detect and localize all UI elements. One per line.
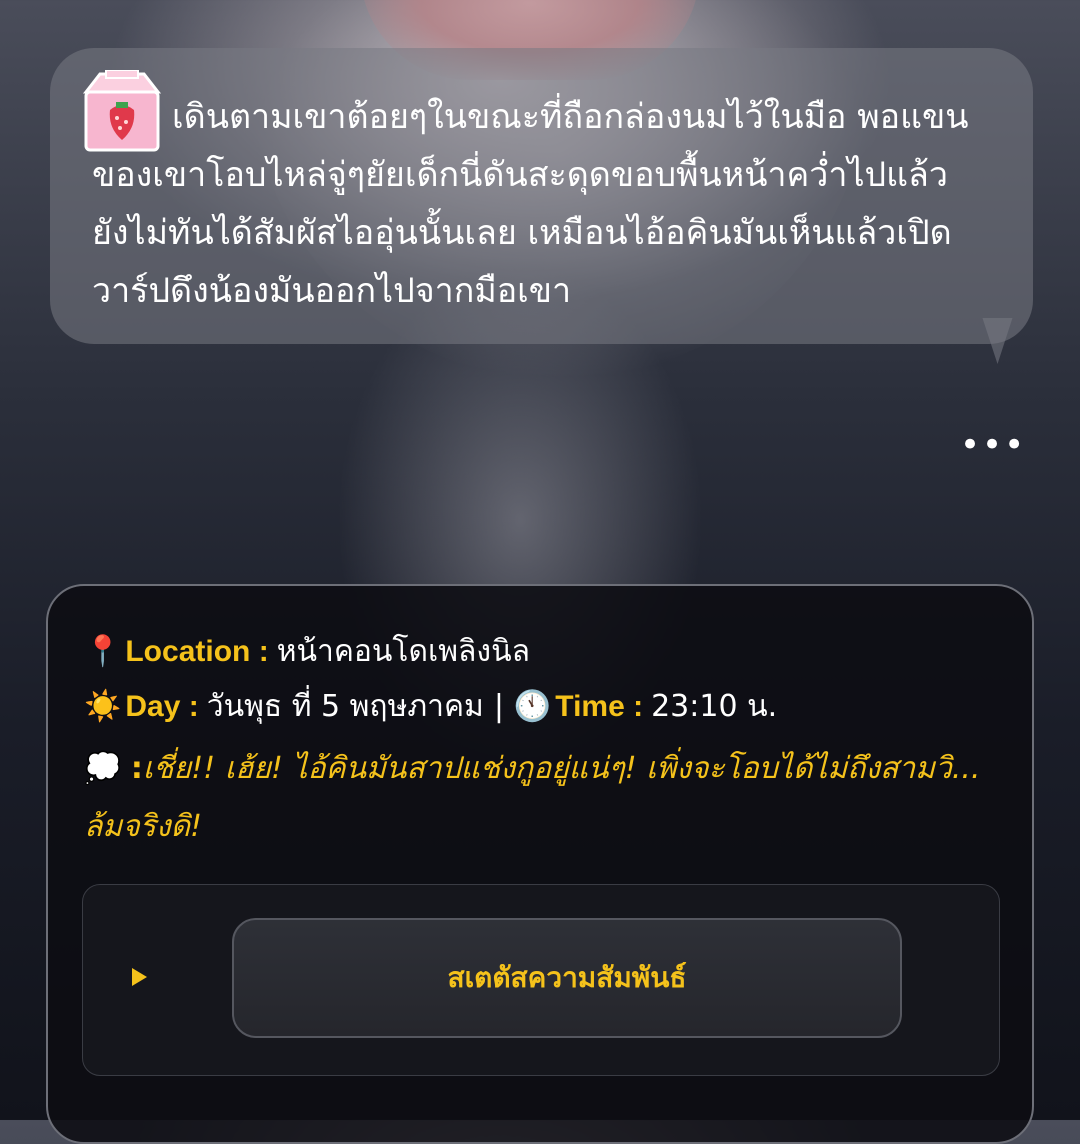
thought-text-block: 💭 :เชี่ย!! เฮ้ย! ไอ้คินมันสาปแช่งกูอยู่แ… bbox=[84, 740, 984, 856]
more-options-button[interactable]: ••• bbox=[960, 428, 1024, 462]
clock-icon: 🕚 bbox=[513, 689, 552, 724]
relationship-status-button[interactable]: สเตตัสความสัมพันธ์ bbox=[232, 918, 902, 1038]
location-label: Location : bbox=[125, 634, 269, 668]
thought-bubble-icon: 💭 bbox=[84, 751, 122, 786]
separator: | bbox=[493, 689, 504, 724]
thought-colon: : bbox=[130, 751, 143, 786]
location-row: 📍 Location : หน้าคอนโดเพลิงนิล bbox=[84, 628, 530, 675]
day-value: วันพุธ ที่ 5 พฤษภาคม bbox=[206, 689, 484, 724]
message-text: เดินตามเขาต้อยๆในขณะที่ถือกล่องนมไว้ในมื… bbox=[92, 97, 969, 311]
location-value: หน้าคอนโดเพลิงนิล bbox=[276, 634, 530, 669]
time-value: 23:10 น. bbox=[651, 689, 778, 724]
thought-text: เชี่ย!! เฮ้ย! ไอ้คินมันสาปแช่งกูอยู่แน่ๆ… bbox=[84, 751, 981, 844]
day-time-row: ☀️ Day : วันพุธ ที่ 5 พฤษภาคม | 🕚 Time :… bbox=[84, 683, 777, 730]
expand-triangle-icon[interactable] bbox=[132, 968, 147, 986]
pin-icon: 📍 bbox=[84, 634, 122, 669]
time-label: Time : bbox=[555, 689, 644, 723]
day-label: Day : bbox=[125, 689, 199, 723]
sun-icon: ☀️ bbox=[84, 689, 122, 724]
